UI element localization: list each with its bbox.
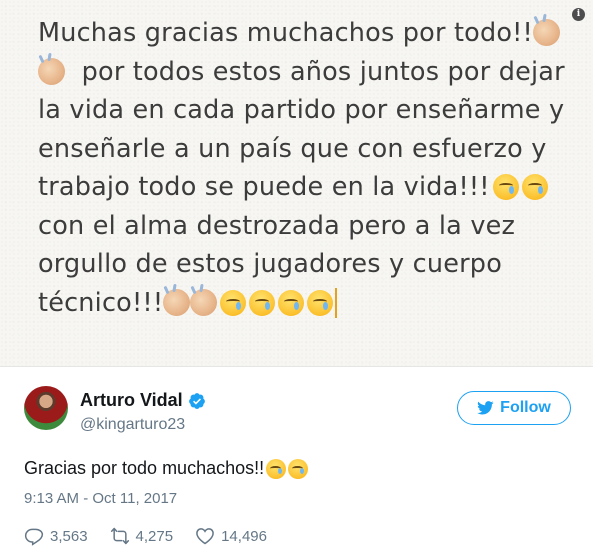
follow-button-label: Follow (500, 399, 551, 416)
twitter-bird-icon (477, 401, 494, 415)
embedded-tweet-card: Muchas gracias muchachos por todo!! por … (0, 0, 593, 560)
crying-face-emoji-icon (307, 289, 334, 316)
display-name-container: Arturo Vidal (80, 390, 206, 411)
crying-face-emoji-icon (249, 289, 276, 316)
clapping-hands-emoji-icon (163, 288, 191, 316)
user-handle[interactable]: @kingarturo23 (80, 416, 185, 434)
reply-action[interactable]: 3,563 (24, 526, 88, 546)
reply-icon (24, 528, 44, 546)
avatar[interactable] (24, 386, 68, 430)
crying-face-emoji-icon (492, 174, 519, 200)
tweet-text: Gracias por todo muchachos!! (24, 458, 309, 479)
reply-count: 3,563 (50, 527, 88, 545)
clapping-hands-emoji-icon (38, 57, 65, 85)
verified-icon (188, 392, 205, 409)
tweet-text-content: Gracias por todo muchachos!! (24, 458, 265, 478)
clapping-hands-emoji-icon (190, 288, 218, 316)
note-line-1: Muchas gracias muchachos por todo!! (38, 18, 533, 48)
text-cursor (335, 287, 338, 318)
retweet-icon (110, 527, 129, 545)
author-row: Arturo Vidal @kingarturo23 Follow (24, 386, 571, 438)
like-action[interactable]: 14,496 (195, 526, 267, 546)
follow-button[interactable]: Follow (457, 391, 571, 425)
note-line-7: orgullo de estos jugadores y cuerpo (38, 249, 502, 279)
crying-face-emoji-icon (521, 174, 548, 200)
crying-face-emoji-icon (288, 458, 309, 479)
notes-screenshot-image[interactable]: Muchas gracias muchachos por todo!! por … (0, 0, 593, 367)
note-line-5: trabajo todo se puede en la vida!!! (38, 172, 490, 202)
clapping-hands-emoji-icon (532, 19, 560, 46)
like-count: 14,496 (221, 527, 267, 545)
like-icon (196, 528, 214, 545)
tweet-timestamp[interactable]: 9:13 AM - Oct 11, 2017 (24, 490, 177, 507)
info-icon[interactable]: i (572, 8, 585, 21)
note-line-3: la vida en cada partido por enseñarme y (38, 95, 565, 125)
crying-face-emoji-icon (266, 458, 287, 479)
crying-face-emoji-icon (278, 289, 305, 316)
retweet-action[interactable]: 4,275 (110, 526, 174, 546)
display-name[interactable]: Arturo Vidal (80, 390, 183, 411)
tweet-actions-bar: 3,563 4,275 14,496 (24, 526, 289, 546)
retweet-count: 4,275 (135, 527, 174, 545)
crying-face-emoji-icon (220, 289, 247, 316)
note-line-6: con el alma destrozada pero a la vez (38, 210, 516, 241)
note-line-4: enseñarle a un país que con esfuerzo y (38, 133, 547, 164)
note-line-8: técnico!!! (38, 287, 164, 318)
notes-text-block: Muchas gracias muchachos por todo!! por … (38, 14, 568, 322)
note-line-2: por todos estos años juntos por dejar (81, 56, 565, 87)
